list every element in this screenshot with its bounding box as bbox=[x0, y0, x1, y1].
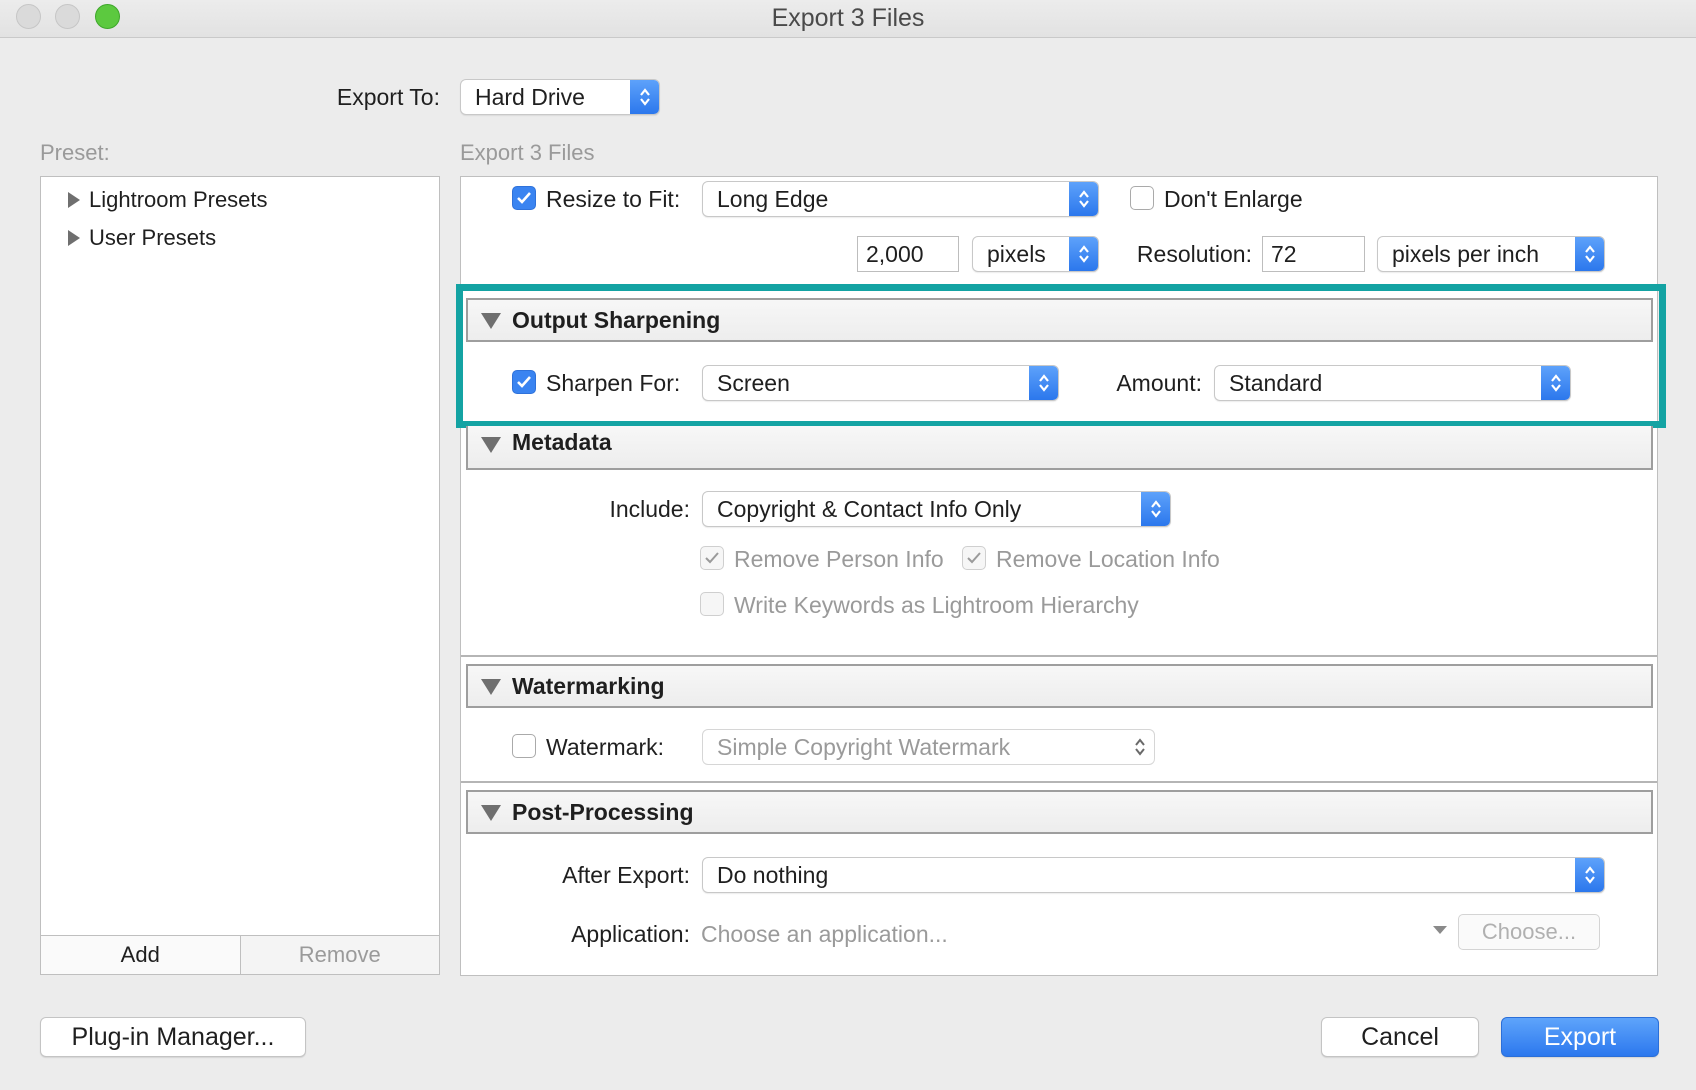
up-down-arrows-icon bbox=[1069, 182, 1098, 216]
resize-to-fit-checkbox[interactable] bbox=[512, 186, 536, 210]
section-divider bbox=[461, 655, 1657, 657]
watermark-label: Watermark: bbox=[546, 734, 664, 760]
resize-mode-value: Long Edge bbox=[717, 186, 829, 212]
size-unit-select[interactable]: pixels bbox=[972, 236, 1099, 272]
resize-mode-select[interactable]: Long Edge bbox=[702, 181, 1099, 217]
export-to-value: Hard Drive bbox=[475, 84, 585, 110]
after-export-label: After Export: bbox=[562, 862, 690, 888]
dropdown-arrow-icon[interactable] bbox=[1432, 925, 1448, 935]
preset-item-label: Lightroom Presets bbox=[89, 187, 268, 212]
size-value-field[interactable]: 2,000 bbox=[857, 236, 959, 272]
resize-to-fit-label: Resize to Fit: bbox=[546, 186, 681, 212]
up-down-arrows-icon bbox=[1141, 492, 1170, 526]
up-down-arrows-icon bbox=[1575, 858, 1604, 892]
resolution-unit-value: pixels per inch bbox=[1392, 241, 1540, 267]
remove-person-info-checkbox[interactable] bbox=[700, 546, 724, 570]
section-divider bbox=[461, 781, 1657, 783]
up-down-arrows-icon bbox=[1125, 730, 1154, 764]
up-down-arrows-icon bbox=[1575, 237, 1604, 271]
export-to-select[interactable]: Hard Drive bbox=[460, 79, 660, 115]
export-to-label: Export To: bbox=[336, 84, 440, 110]
application-combo[interactable]: Choose an application... bbox=[701, 921, 948, 948]
remove-person-info-label: Remove Person Info bbox=[734, 546, 944, 572]
add-preset-button[interactable]: Add bbox=[41, 936, 241, 974]
include-select[interactable]: Copyright & Contact Info Only bbox=[702, 491, 1171, 527]
preset-list: Lightroom Presets User Presets bbox=[40, 176, 440, 936]
main-header: Export 3 Files bbox=[460, 140, 595, 165]
preset-item-label: User Presets bbox=[89, 225, 217, 250]
checkmark-icon bbox=[517, 192, 531, 204]
remove-location-info-label: Remove Location Info bbox=[996, 546, 1220, 572]
after-export-select[interactable]: Do nothing bbox=[702, 857, 1605, 893]
write-keywords-label: Write Keywords as Lightroom Hierarchy bbox=[734, 592, 1139, 618]
up-down-arrows-icon bbox=[630, 80, 659, 114]
checkmark-icon bbox=[967, 552, 981, 564]
disclosure-triangle-icon bbox=[68, 230, 80, 246]
cancel-button[interactable]: Cancel bbox=[1321, 1017, 1479, 1057]
disclosure-triangle-down-icon bbox=[481, 805, 501, 821]
preset-label: Preset: bbox=[40, 140, 110, 165]
after-export-value: Do nothing bbox=[717, 862, 829, 888]
watermark-value: Simple Copyright Watermark bbox=[717, 734, 1011, 760]
resolution-value-field[interactable]: 72 bbox=[1262, 236, 1365, 272]
resolution-unit-select[interactable]: pixels per inch bbox=[1377, 236, 1605, 272]
application-label: Application: bbox=[571, 921, 690, 947]
resolution-label: Resolution: bbox=[1136, 241, 1252, 267]
watermark-select[interactable]: Simple Copyright Watermark bbox=[702, 729, 1155, 765]
section-title: Post-Processing bbox=[512, 799, 694, 825]
plugin-manager-button[interactable]: Plug-in Manager... bbox=[40, 1017, 306, 1057]
write-keywords-checkbox[interactable] bbox=[700, 592, 724, 616]
preset-item-user[interactable]: User Presets bbox=[67, 223, 216, 253]
watermarking-header[interactable]: Watermarking bbox=[466, 664, 1653, 708]
output-sharpening-highlight bbox=[456, 284, 1666, 428]
export-button[interactable]: Export bbox=[1501, 1017, 1659, 1057]
remove-preset-button[interactable]: Remove bbox=[241, 936, 440, 974]
dont-enlarge-label: Don't Enlarge bbox=[1164, 186, 1303, 212]
post-processing-header[interactable]: Post-Processing bbox=[466, 790, 1653, 834]
include-label: Include: bbox=[609, 496, 690, 522]
disclosure-triangle-down-icon bbox=[481, 679, 501, 695]
size-unit-value: pixels bbox=[987, 241, 1046, 267]
remove-location-info-checkbox[interactable] bbox=[962, 546, 986, 570]
choose-application-button[interactable]: Choose... bbox=[1458, 914, 1600, 950]
up-down-arrows-icon bbox=[1069, 237, 1098, 271]
preset-item-lightroom[interactable]: Lightroom Presets bbox=[67, 185, 268, 215]
watermark-checkbox[interactable] bbox=[512, 734, 536, 758]
metadata-header[interactable]: Metadata bbox=[466, 426, 1653, 470]
disclosure-triangle-icon bbox=[68, 192, 80, 208]
disclosure-triangle-down-icon bbox=[481, 437, 501, 453]
include-value: Copyright & Contact Info Only bbox=[717, 496, 1022, 522]
checkmark-icon bbox=[705, 552, 719, 564]
section-title: Watermarking bbox=[512, 673, 665, 699]
window-title: Export 3 Files bbox=[771, 4, 925, 32]
section-title: Metadata bbox=[512, 429, 612, 455]
dont-enlarge-checkbox[interactable] bbox=[1130, 186, 1154, 210]
